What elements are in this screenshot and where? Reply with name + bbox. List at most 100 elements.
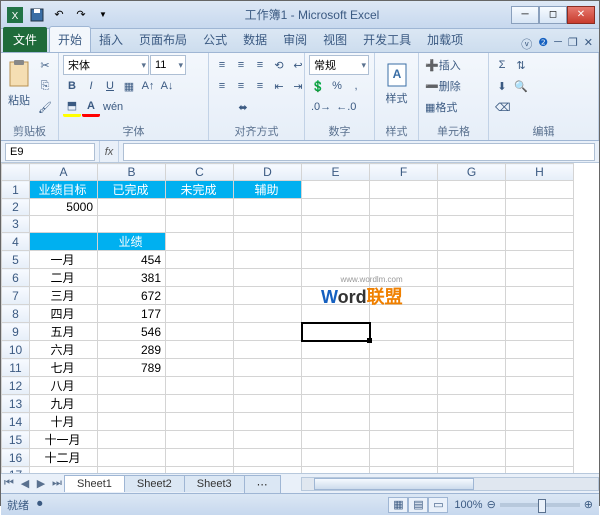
cell[interactable] <box>506 216 574 233</box>
cell[interactable] <box>166 233 234 251</box>
cell[interactable] <box>166 269 234 287</box>
cell[interactable] <box>506 359 574 377</box>
sheet-nav-last-icon[interactable]: ⏭ <box>49 477 65 490</box>
cell[interactable] <box>166 216 234 233</box>
cell[interactable] <box>98 431 166 449</box>
cell[interactable] <box>370 251 438 269</box>
save-icon[interactable] <box>27 5 47 25</box>
bold-button[interactable]: B <box>63 76 81 96</box>
cell[interactable] <box>506 413 574 431</box>
underline-button[interactable]: U <box>101 76 119 96</box>
row-header[interactable]: 6 <box>2 269 30 287</box>
cell[interactable]: 789 <box>98 359 166 377</box>
cell[interactable]: 已完成 <box>98 181 166 199</box>
cell[interactable] <box>234 413 302 431</box>
cell[interactable]: 546 <box>98 323 166 341</box>
cell[interactable] <box>302 449 370 467</box>
col-header[interactable]: B <box>98 164 166 181</box>
cell[interactable] <box>302 467 370 474</box>
cell[interactable] <box>234 233 302 251</box>
cell[interactable] <box>166 449 234 467</box>
styles-button[interactable]: A 样式 <box>379 55 414 113</box>
row-header[interactable]: 10 <box>2 341 30 359</box>
cell[interactable]: 业绩目标 <box>30 181 98 199</box>
row-header[interactable]: 7 <box>2 287 30 305</box>
horizontal-scrollbar[interactable] <box>301 477 599 491</box>
cell[interactable] <box>302 359 370 377</box>
cell[interactable]: 六月 <box>30 341 98 359</box>
increase-decimal-icon[interactable]: .0→ <box>309 97 333 117</box>
delete-cells-button[interactable]: ➖ 删除 <box>423 76 483 96</box>
cell[interactable] <box>234 269 302 287</box>
cell[interactable] <box>302 413 370 431</box>
cell[interactable] <box>438 377 506 395</box>
comma-icon[interactable]: , <box>347 76 365 96</box>
cell[interactable] <box>30 233 98 251</box>
redo-icon[interactable]: ↷ <box>71 5 91 25</box>
cell[interactable]: 一月 <box>30 251 98 269</box>
col-header[interactable]: D <box>234 164 302 181</box>
paste-button[interactable]: 粘贴 <box>5 55 33 113</box>
row-header[interactable]: 16 <box>2 449 30 467</box>
cell[interactable] <box>370 395 438 413</box>
cell[interactable] <box>98 449 166 467</box>
cell[interactable] <box>302 233 370 251</box>
cell[interactable] <box>234 199 302 216</box>
cell[interactable] <box>166 395 234 413</box>
sheet-tab[interactable]: Sheet2 <box>124 475 185 492</box>
cell[interactable] <box>506 467 574 474</box>
cell[interactable] <box>370 413 438 431</box>
cell[interactable] <box>234 377 302 395</box>
cell[interactable] <box>438 413 506 431</box>
row-header[interactable]: 4 <box>2 233 30 251</box>
cell[interactable] <box>166 431 234 449</box>
merge-button[interactable]: ⬌ <box>213 97 273 117</box>
align-bottom-icon[interactable]: ≡ <box>251 55 269 75</box>
minimize-ribbon-icon[interactable]: ⓥ <box>521 36 532 52</box>
cell[interactable] <box>234 323 302 341</box>
font-name-select[interactable]: 宋体 <box>63 55 149 75</box>
sort-filter-icon[interactable]: ⇅ <box>512 55 530 75</box>
cell[interactable] <box>166 323 234 341</box>
cell[interactable] <box>370 269 438 287</box>
copy-icon[interactable]: ⎘ <box>36 76 54 96</box>
cell[interactable] <box>166 467 234 474</box>
row-header[interactable]: 3 <box>2 216 30 233</box>
maximize-button[interactable]: ◻ <box>539 6 567 24</box>
new-sheet-button[interactable]: ⋯ <box>244 475 281 493</box>
cell[interactable] <box>234 251 302 269</box>
view-normal-icon[interactable]: ▦ <box>388 497 408 513</box>
cell[interactable] <box>370 323 438 341</box>
minimize-button[interactable]: ─ <box>511 6 539 24</box>
fx-icon[interactable]: fx <box>99 141 119 162</box>
cell[interactable] <box>370 341 438 359</box>
tab-page-layout[interactable]: 页面布局 <box>131 27 195 52</box>
cell[interactable] <box>166 287 234 305</box>
cell[interactable] <box>98 395 166 413</box>
row-header[interactable]: 13 <box>2 395 30 413</box>
cell[interactable] <box>234 305 302 323</box>
cell[interactable] <box>166 377 234 395</box>
fill-color-button[interactable]: ⬒ <box>63 97 81 117</box>
cell[interactable] <box>234 359 302 377</box>
excel-icon[interactable]: X <box>5 5 25 25</box>
cell[interactable] <box>302 287 370 305</box>
cell[interactable] <box>506 251 574 269</box>
cell[interactable] <box>302 181 370 199</box>
cell[interactable] <box>370 181 438 199</box>
cell[interactable] <box>506 305 574 323</box>
cell[interactable] <box>166 341 234 359</box>
cell[interactable] <box>166 413 234 431</box>
align-middle-icon[interactable]: ≡ <box>232 55 250 75</box>
cell[interactable] <box>370 467 438 474</box>
cell[interactable] <box>302 269 370 287</box>
cell[interactable] <box>166 199 234 216</box>
cell[interactable]: 177 <box>98 305 166 323</box>
name-box[interactable]: E9 <box>5 143 95 161</box>
tab-review[interactable]: 审阅 <box>275 27 315 52</box>
format-cells-button[interactable]: ▦ 格式 <box>423 97 483 117</box>
help-icon[interactable]: ❷ <box>538 36 548 52</box>
cell[interactable] <box>30 467 98 474</box>
cell[interactable] <box>438 233 506 251</box>
cell[interactable] <box>234 287 302 305</box>
